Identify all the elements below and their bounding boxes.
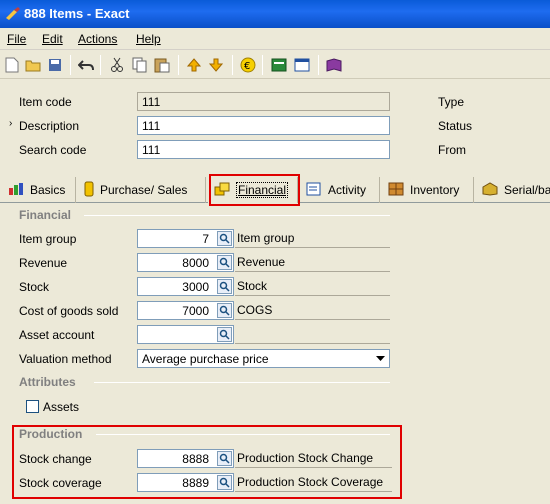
financial-tab-highlight: [209, 174, 300, 206]
attributes-section-title: Attributes: [19, 375, 76, 389]
item-code-field: 111: [137, 92, 390, 111]
save-icon[interactable]: [45, 55, 65, 75]
status-label: Status: [438, 119, 473, 133]
chevron-down-icon[interactable]: [373, 351, 388, 366]
cut-icon[interactable]: [107, 55, 127, 75]
arrow-down-icon[interactable]: [206, 55, 226, 75]
new-icon[interactable]: [2, 55, 22, 75]
lookup-icon[interactable]: [217, 255, 232, 270]
item-code-label: Item code: [19, 95, 72, 109]
menu-edit[interactable]: Edit: [42, 32, 63, 46]
arrow-up-icon[interactable]: [184, 55, 204, 75]
tab-serial-batch[interactable]: Serial/ba: [476, 177, 550, 203]
stock-field[interactable]: 3000: [137, 277, 234, 296]
asset-account-field[interactable]: [137, 325, 234, 344]
app-icon: [5, 6, 21, 25]
svg-text:€: €: [244, 61, 250, 72]
search-code-label: Search code: [19, 143, 87, 157]
financial-section-title: Financial: [19, 208, 72, 222]
menu-bar: File Edit Actions Help: [0, 28, 550, 50]
cogs-field[interactable]: 7000: [137, 301, 234, 320]
stock-label: Stock: [19, 280, 50, 294]
lookup-icon[interactable]: [217, 327, 232, 342]
lookup-icon[interactable]: [217, 303, 232, 318]
inventory-icon: [388, 182, 404, 199]
open-folder-icon[interactable]: [23, 55, 43, 75]
search-code-field[interactable]: 111: [137, 140, 390, 159]
card-icon[interactable]: [269, 55, 289, 75]
title-bar: 888 Items - Exact: [0, 0, 550, 28]
copy-icon[interactable]: [130, 55, 150, 75]
assets-checkbox[interactable]: [26, 400, 39, 413]
item-group-field[interactable]: 7: [137, 229, 234, 248]
production-section-highlight: [12, 425, 402, 499]
book-icon[interactable]: [324, 55, 344, 75]
menu-help[interactable]: Help: [136, 32, 161, 46]
tab-purchase-sales[interactable]: Purchase/ Sales: [78, 177, 206, 203]
item-group-description: Item group: [235, 229, 390, 248]
lookup-icon[interactable]: [217, 231, 232, 246]
tab-activity[interactable]: Activity: [300, 177, 380, 203]
tab-basics[interactable]: Basics: [2, 177, 76, 203]
revenue-description: Revenue: [235, 253, 390, 272]
revenue-field[interactable]: 8000: [137, 253, 234, 272]
revenue-label: Revenue: [19, 256, 68, 270]
serial-icon: [482, 181, 498, 199]
current-row-indicator-icon: ›: [9, 118, 13, 129]
basics-icon: [8, 182, 24, 199]
activity-icon: [306, 182, 322, 199]
assets-checkbox-label: Assets: [43, 400, 80, 414]
menu-file[interactable]: File: [7, 32, 26, 46]
item-group-label: Item group: [19, 232, 77, 246]
menu-actions[interactable]: Actions: [78, 32, 117, 46]
cogs-label: Cost of goods sold: [19, 304, 119, 318]
tab-inventory[interactable]: Inventory: [382, 177, 474, 203]
description-field[interactable]: 111: [137, 116, 390, 135]
type-label: Type: [438, 95, 465, 109]
form-icon[interactable]: [292, 55, 312, 75]
valuation-method-select[interactable]: Average purchase price: [137, 349, 390, 368]
euro-icon[interactable]: €: [238, 55, 258, 75]
asset-account-label: Asset account: [19, 328, 95, 342]
purchase-icon: [84, 181, 94, 200]
paste-icon[interactable]: [152, 55, 172, 75]
lookup-icon[interactable]: [217, 279, 232, 294]
cogs-description: COGS: [235, 301, 390, 320]
toolbar: €: [0, 51, 550, 79]
window-title: 888 Items - Exact: [24, 6, 130, 21]
from-label: From: [438, 143, 466, 157]
valuation-method-label: Valuation method: [19, 352, 112, 366]
asset-account-description: [235, 325, 390, 344]
item-header: Item code 111 Type › Description 111 Sta…: [0, 83, 550, 173]
undo-icon[interactable]: [76, 55, 96, 75]
stock-description: Stock: [235, 277, 390, 296]
description-label: Description: [19, 119, 80, 133]
